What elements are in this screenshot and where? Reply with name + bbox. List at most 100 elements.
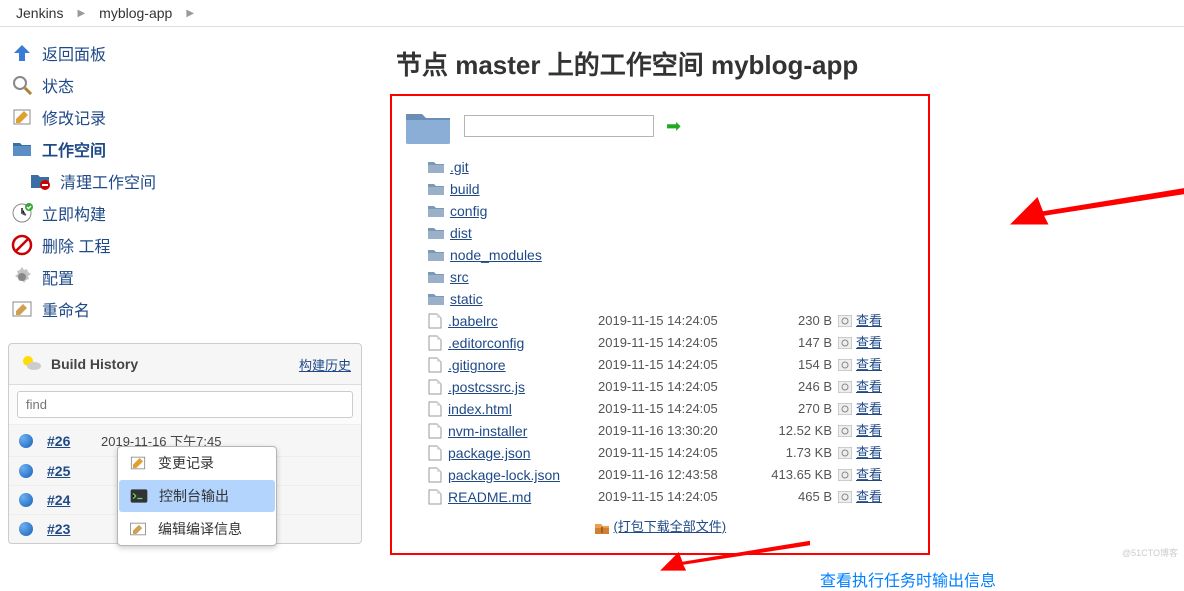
nav-configure[interactable]: 配置 — [8, 261, 362, 293]
nav-label: 立即构建 — [42, 201, 106, 225]
file-link[interactable]: .postcssrc.js — [448, 376, 525, 398]
file-link[interactable]: package-lock.json — [448, 464, 560, 486]
status-ball-icon — [19, 434, 33, 448]
folder-icon — [428, 204, 444, 218]
nav-status[interactable]: 状态 — [8, 69, 362, 101]
nav-label: 重命名 — [42, 297, 90, 321]
ctx-changes[interactable]: 变更记录 — [118, 447, 276, 479]
folder-link[interactable]: static — [450, 288, 483, 310]
file-size: 154 B — [758, 354, 838, 376]
file-date: 2019-11-15 14:24:05 — [598, 332, 758, 354]
folder-link[interactable]: node_modules — [450, 244, 542, 266]
breadcrumb: Jenkins ▶ myblog-app ▶ — [0, 0, 1184, 27]
view-link[interactable]: 查看 — [856, 354, 882, 376]
breadcrumb-project[interactable]: myblog-app — [91, 3, 180, 23]
file-date: 2019-11-15 14:24:05 — [598, 310, 758, 332]
view-link[interactable]: 查看 — [856, 398, 882, 420]
file-link[interactable]: .babelrc — [448, 310, 498, 332]
file-size: 413.65 KB — [758, 464, 838, 486]
fingerprint-icon — [838, 447, 852, 459]
nav-label: 状态 — [42, 73, 74, 97]
chevron-right-icon: ▶ — [180, 8, 200, 19]
file-icon — [428, 467, 442, 483]
file-link[interactable]: nvm-installer — [448, 420, 527, 442]
ctx-console[interactable]: 控制台输出 — [119, 480, 275, 512]
file-date: 2019-11-15 14:24:05 — [598, 354, 758, 376]
folder-icon — [428, 248, 444, 262]
ctx-label: 编辑编译信息 — [158, 519, 242, 539]
file-date: 2019-11-15 14:24:05 — [598, 486, 758, 508]
watermark: @51CTO博客 — [1122, 546, 1178, 559]
context-menu: 变更记录 控制台输出 编辑编译信息 — [117, 446, 277, 546]
status-ball-icon — [19, 464, 33, 478]
nav-build-now[interactable]: 立即构建 — [8, 197, 362, 229]
nav-workspace[interactable]: 工作空间 — [8, 133, 362, 165]
file-link[interactable]: index.html — [448, 398, 512, 420]
folder-link[interactable]: dist — [450, 222, 472, 244]
file-icon — [428, 401, 442, 417]
nav-wipe-workspace[interactable]: 清理工作空间 — [8, 165, 362, 197]
red-arrow-icon — [660, 527, 810, 580]
main-content: 节点 master 上的工作空间 myblog-app ➡ .gitbuildc… — [370, 27, 1184, 565]
fingerprint-icon — [838, 337, 852, 349]
fingerprint-icon — [838, 381, 852, 393]
nav-label: 删除 工程 — [42, 233, 110, 257]
build-number[interactable]: #26 — [47, 433, 87, 449]
file-link[interactable]: .gitignore — [448, 354, 506, 376]
fingerprint-icon — [838, 359, 852, 371]
nav-changes[interactable]: 修改记录 — [8, 101, 362, 133]
trend-link[interactable]: 构建历史 — [299, 355, 351, 374]
file-row: package-lock.json2019-11-16 12:43:58413.… — [428, 464, 916, 486]
file-date: 2019-11-15 14:24:05 — [598, 442, 758, 464]
folder-link[interactable]: src — [450, 266, 469, 288]
nav-label: 配置 — [42, 265, 74, 289]
view-link[interactable]: 查看 — [856, 464, 882, 486]
file-size: 147 B — [758, 332, 838, 354]
view-link[interactable]: 查看 — [856, 376, 882, 398]
view-link[interactable]: 查看 — [856, 310, 882, 332]
file-size: 1.73 KB — [758, 442, 838, 464]
folder-row: build — [428, 178, 916, 200]
console-icon — [129, 486, 149, 506]
ctx-edit-info[interactable]: 编辑编译信息 — [118, 513, 276, 545]
folder-row: .git — [428, 156, 916, 178]
file-size: 230 B — [758, 310, 838, 332]
nav-delete[interactable]: 删除 工程 — [8, 229, 362, 261]
file-size: 270 B — [758, 398, 838, 420]
file-link[interactable]: README.md — [448, 486, 531, 508]
file-link[interactable]: package.json — [448, 442, 531, 464]
file-icon — [428, 379, 442, 395]
build-history-panel: Build History 构建历史 #262019-11-16 下午7:45 … — [8, 343, 362, 544]
file-icon — [428, 335, 442, 351]
build-number[interactable]: #23 — [47, 521, 87, 537]
view-link[interactable]: 查看 — [856, 332, 882, 354]
workspace-box: ➡ .gitbuildconfigdistnode_modulessrcstat… — [390, 94, 930, 555]
build-number[interactable]: #24 — [47, 492, 87, 508]
folder-link[interactable]: .git — [450, 156, 469, 178]
file-row: nvm-installer2019-11-16 13:30:2012.52 KB… — [428, 420, 916, 442]
build-number[interactable]: #25 — [47, 463, 87, 479]
folder-row: config — [428, 200, 916, 222]
file-row: index.html2019-11-15 14:24:05270 B查看 — [428, 398, 916, 420]
file-size: 246 B — [758, 376, 838, 398]
path-input[interactable] — [464, 115, 654, 137]
folder-link[interactable]: config — [450, 200, 487, 222]
file-link[interactable]: .editorconfig — [448, 332, 524, 354]
folder-row: node_modules — [428, 244, 916, 266]
file-icon — [428, 489, 442, 505]
build-search-input[interactable] — [17, 391, 353, 418]
folder-link[interactable]: build — [450, 178, 480, 200]
nav-label: 清理工作空间 — [60, 169, 156, 193]
ctx-label: 变更记录 — [158, 453, 214, 473]
go-arrow-icon[interactable]: ➡ — [666, 116, 681, 137]
page-heading: 节点 master 上的工作空间 myblog-app — [396, 45, 1164, 82]
nav-back[interactable]: 返回面板 — [8, 37, 362, 69]
fingerprint-icon — [838, 403, 852, 415]
view-link[interactable]: 查看 — [856, 486, 882, 508]
nav-rename[interactable]: 重命名 — [8, 293, 362, 325]
sidebar: 返回面板 状态 修改记录 工作空间 清理工作空间 立即构建 删除 工程 配置 重… — [0, 27, 370, 565]
file-size: 12.52 KB — [758, 420, 838, 442]
view-link[interactable]: 查看 — [856, 442, 882, 464]
view-link[interactable]: 查看 — [856, 420, 882, 442]
fingerprint-icon — [838, 315, 852, 327]
